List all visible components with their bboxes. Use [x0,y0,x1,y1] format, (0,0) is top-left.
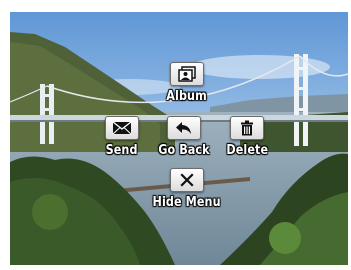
album-label: Album [166,89,207,104]
back-arrow-icon [166,116,201,140]
photo-album-icon [169,62,204,86]
hide-menu-label: Hide Menu [152,195,221,210]
delete-button[interactable]: Delete [223,116,272,158]
album-button[interactable]: Album [163,62,210,104]
delete-label: Delete [226,143,269,158]
send-label: Send [105,143,138,158]
viewer-frame: Album Send Go Back Delete Hide Menu [0,0,351,270]
hide-menu-button[interactable]: Hide Menu [147,168,226,210]
envelope-icon [104,116,139,140]
go-back-button[interactable]: Go Back [154,116,214,158]
go-back-label: Go Back [158,143,210,158]
close-x-icon [169,168,204,192]
trash-icon [230,116,265,140]
send-button[interactable]: Send [103,116,140,158]
